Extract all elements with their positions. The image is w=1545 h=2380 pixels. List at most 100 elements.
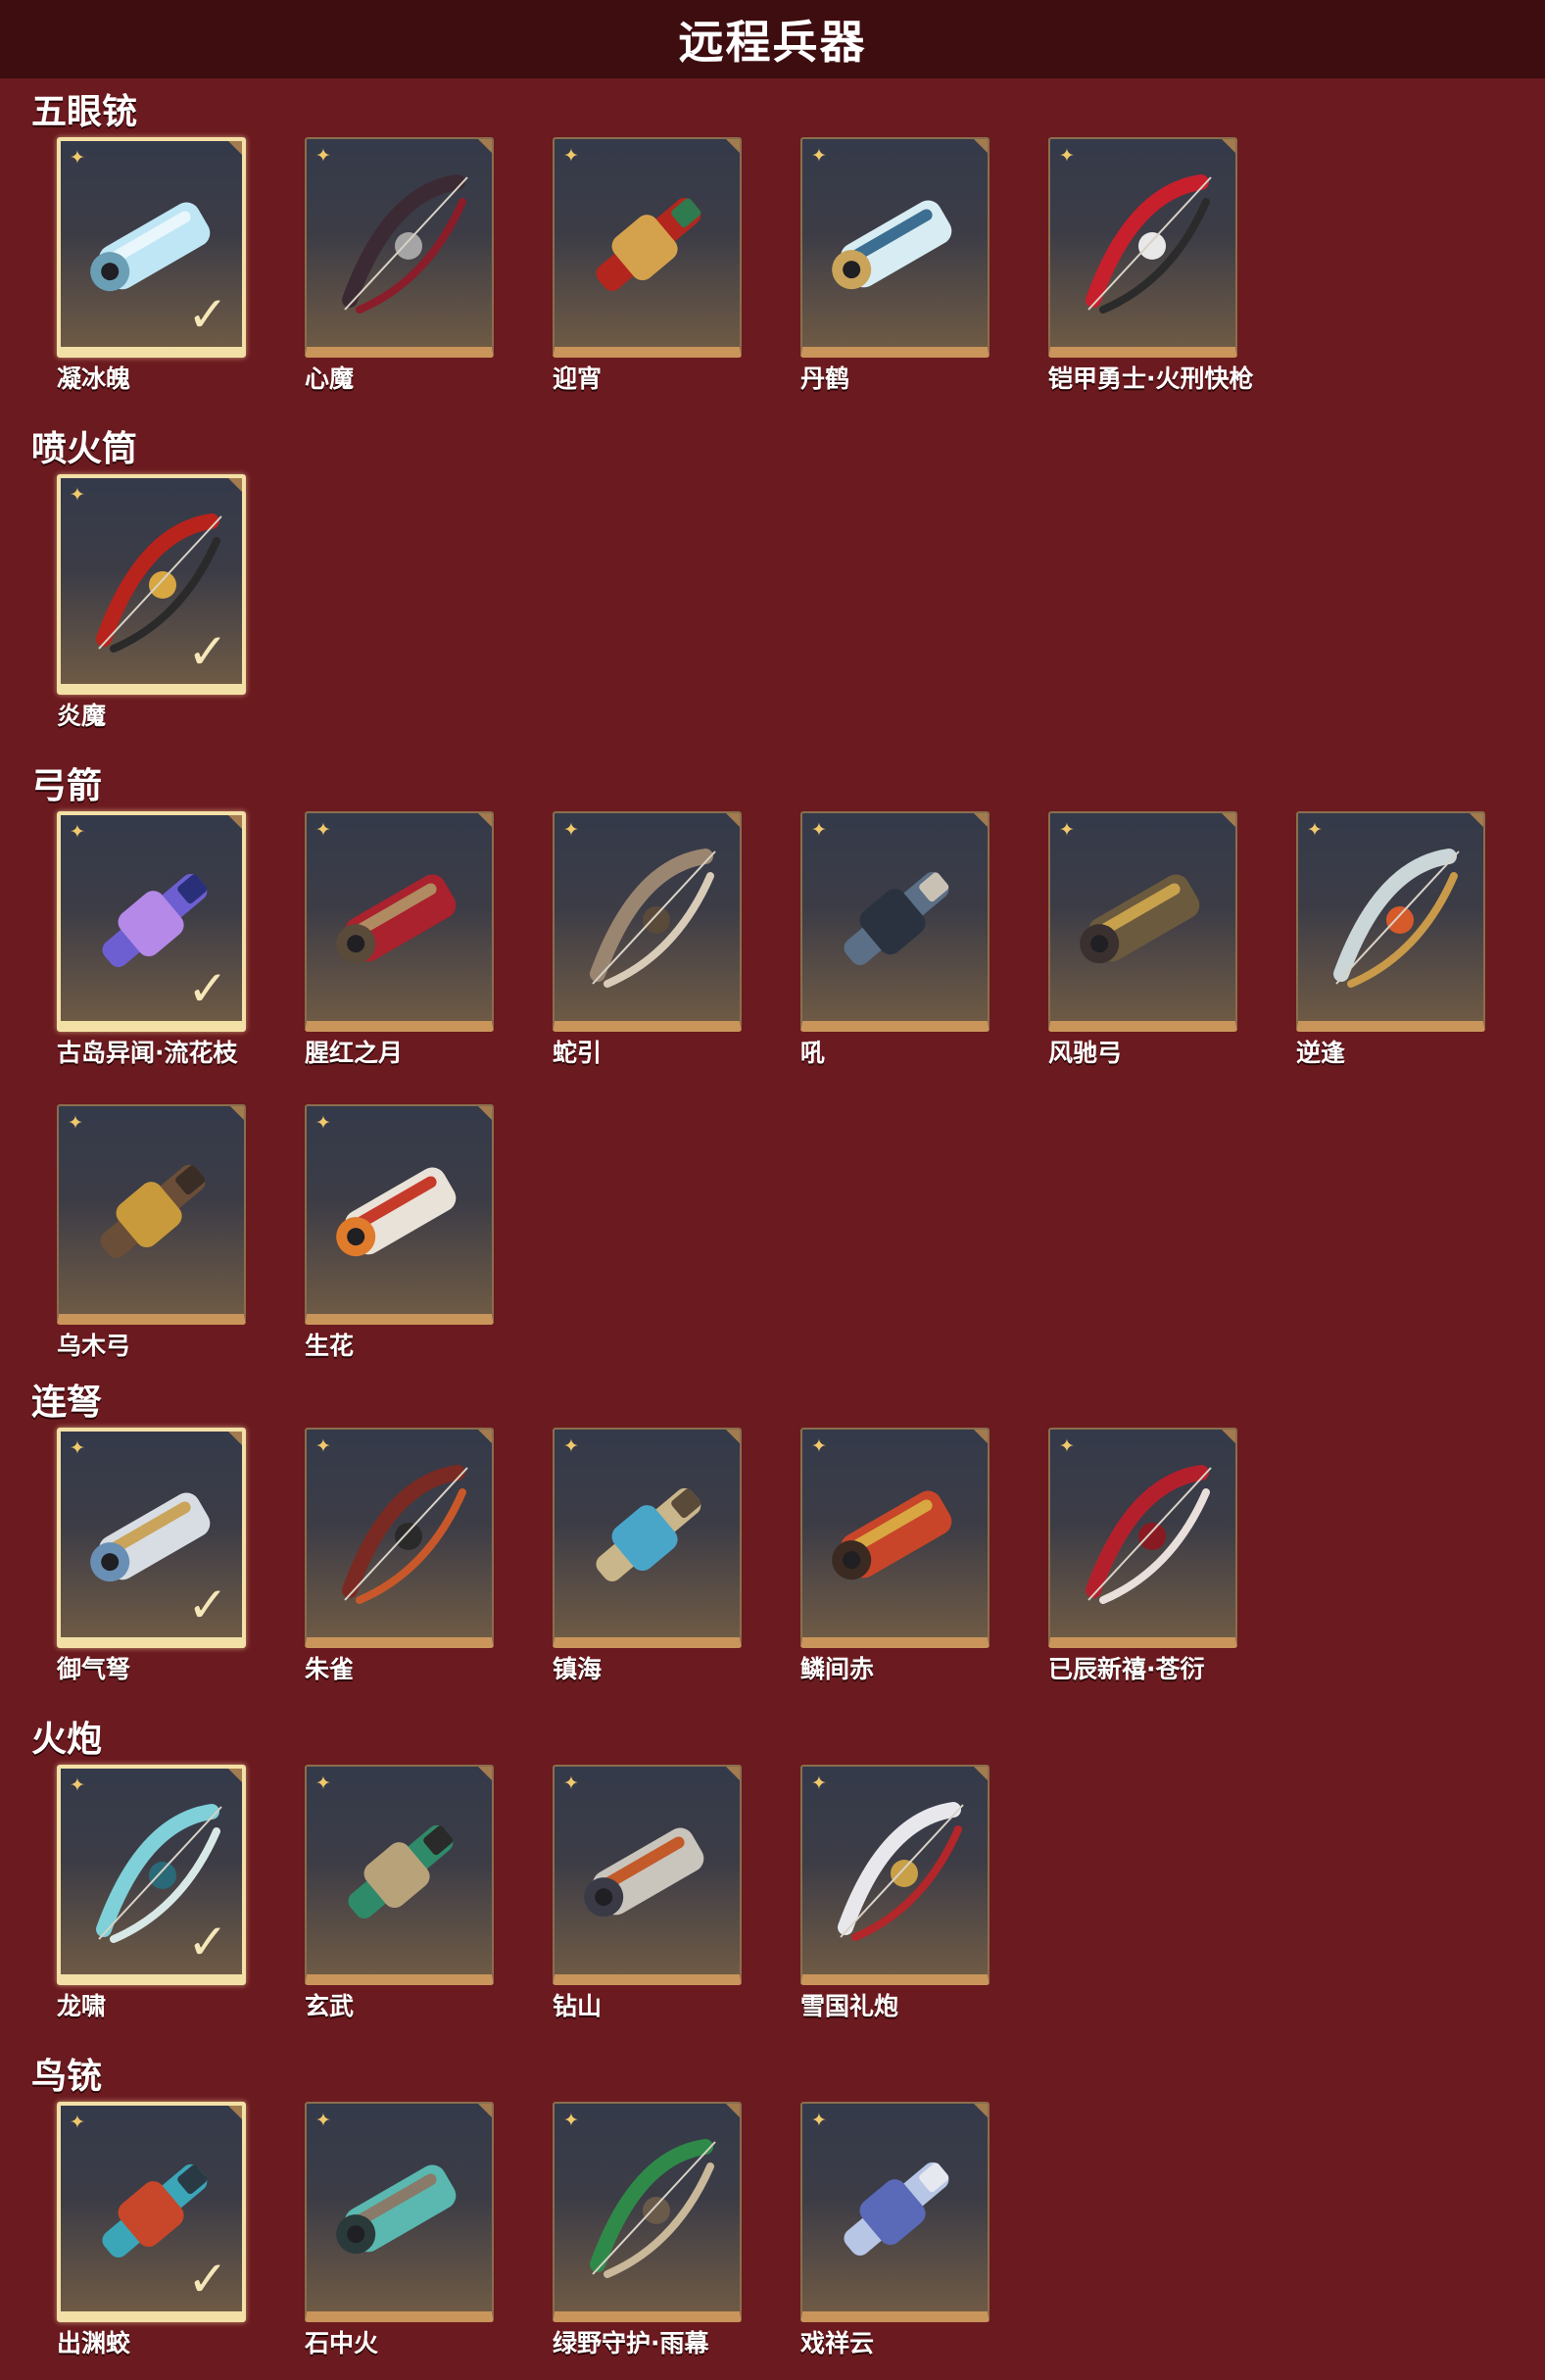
checkmark-icon: ✓ <box>187 960 228 1017</box>
weapon-tile[interactable]: ✦ <box>305 811 494 1032</box>
corner-tab-icon <box>725 813 740 828</box>
weapon-card[interactable]: ✦ ✓ 古岛异闻·流花枝 <box>57 811 246 1067</box>
corner-tab-icon <box>725 1767 740 1781</box>
weapon-card[interactable]: ✦ 钻山 <box>553 1765 742 2020</box>
corner-tab-icon <box>1221 139 1235 154</box>
weapon-tile[interactable]: ✦ ✓ <box>57 137 246 358</box>
corner-tab-icon <box>227 2106 242 2120</box>
weapon-card[interactable]: ✦ ✓ 出渊蛟 <box>57 2102 246 2357</box>
vermilion-bird-crossbow-icon <box>342 1465 468 1604</box>
weapon-card[interactable]: ✦ 石中火 <box>305 2102 494 2357</box>
weapon-card[interactable]: ✦ 蛇引 <box>553 811 742 1067</box>
weapon-tile[interactable]: ✦ <box>1048 1428 1237 1648</box>
weapon-card[interactable]: ✦ 镇海 <box>553 1428 742 1683</box>
weapon-name: 龙啸 <box>57 1992 107 2020</box>
checkmark-icon: ✓ <box>187 2251 228 2307</box>
weapon-card[interactable]: ✦ 戏祥云 <box>800 2102 990 2357</box>
weapon-tile[interactable]: ✦ <box>305 137 494 358</box>
checkmark-icon: ✓ <box>187 1577 228 1633</box>
star-badge-icon: ✦ <box>70 821 85 843</box>
corner-tab-icon <box>227 815 242 830</box>
tortoise-cannon-icon <box>348 1824 454 1919</box>
weapon-name: 戏祥云 <box>800 2329 875 2357</box>
weapon-card[interactable]: ✦ 玄武 <box>305 1765 494 2020</box>
weapon-name: 腥红之月 <box>305 1039 404 1067</box>
weapon-tile[interactable]: ✦ ✓ <box>57 2102 246 2322</box>
weapon-tile[interactable]: ✦ ✓ <box>57 474 246 695</box>
weapon-card[interactable]: ✦ 铠甲勇士·火刑快枪 <box>1048 137 1254 393</box>
star-badge-icon: ✦ <box>70 484 85 506</box>
weapon-card[interactable]: ✦ 腥红之月 <box>305 811 494 1067</box>
corner-tab-icon <box>1221 813 1235 828</box>
corner-tab-icon <box>227 478 242 493</box>
weapon-tile[interactable]: ✦ <box>1296 811 1485 1032</box>
weapon-tile[interactable]: ✦ <box>553 1765 742 1985</box>
corner-tab-icon <box>477 1106 492 1121</box>
weapon-tile[interactable]: ✦ <box>1048 137 1237 358</box>
sea-crossbow-icon <box>596 1487 701 1581</box>
star-badge-icon: ✦ <box>1307 819 1323 841</box>
weapon-tile[interactable]: ✦ <box>553 1428 742 1648</box>
weapon-name: 丹鹤 <box>800 364 850 393</box>
weapon-tile[interactable]: ✦ ✓ <box>57 1765 246 1985</box>
weapon-name: 鳞间赤 <box>800 1655 875 1683</box>
weapon-tile[interactable]: ✦ <box>305 1765 494 1985</box>
weapon-card[interactable]: ✦ ✓ 炎魔 <box>57 474 246 730</box>
weapon-tile[interactable]: ✦ <box>800 137 990 358</box>
corner-tab-icon <box>1469 813 1483 828</box>
weapon-card[interactable]: ✦ 绿野守护·雨幕 <box>553 2102 742 2357</box>
weapon-card[interactable]: ✦ 生花 <box>305 1104 494 1360</box>
weapon-card[interactable]: ✦ 朱雀 <box>305 1428 494 1683</box>
weapon-tile[interactable]: ✦ ✓ <box>57 1428 246 1648</box>
weapon-card[interactable]: ✦ ✓ 凝冰魄 <box>57 137 246 393</box>
star-badge-icon: ✦ <box>315 1773 331 1794</box>
corner-tab-icon <box>227 1769 242 1783</box>
ebony-bow-icon <box>100 1164 206 1258</box>
weapon-tile[interactable]: ✦ <box>305 1428 494 1648</box>
weapon-card[interactable]: ✦ 乌木弓 <box>57 1104 246 1360</box>
weapon-tile[interactable]: ✦ <box>800 2102 990 2322</box>
star-badge-icon: ✦ <box>315 145 331 167</box>
star-badge-icon: ✦ <box>1059 1435 1075 1457</box>
weapon-tile[interactable]: ✦ <box>305 1104 494 1325</box>
weapon-name: 钻山 <box>553 1992 603 2020</box>
star-badge-icon: ✦ <box>1059 145 1075 167</box>
weapon-card[interactable]: ✦ ✓ 龙啸 <box>57 1765 246 2020</box>
weapon-card[interactable]: ✦ 鳞间赤 <box>800 1428 990 1683</box>
weapon-card[interactable]: ✦ 心魔 <box>305 137 494 393</box>
weapon-name: 已辰新禧·苍衍 <box>1048 1655 1205 1683</box>
weapon-name: 御气弩 <box>57 1655 131 1683</box>
weapon-card[interactable]: ✦ 已辰新禧·苍衍 <box>1048 1428 1237 1683</box>
weapon-card[interactable]: ✦ 风驰弓 <box>1048 811 1237 1067</box>
weapon-tile[interactable]: ✦ <box>800 1428 990 1648</box>
weapon-card[interactable]: ✦ 吼 <box>800 811 990 1067</box>
weapon-card[interactable]: ✦ ✓ 御气弩 <box>57 1428 246 1683</box>
corner-tab-icon <box>229 1106 244 1121</box>
weapon-tile[interactable]: ✦ <box>553 811 742 1032</box>
star-badge-icon: ✦ <box>811 1435 827 1457</box>
weapon-card[interactable]: ✦ 逆逢 <box>1296 811 1485 1067</box>
weapon-tile[interactable]: ✦ ✓ <box>57 811 246 1032</box>
green-guardian-musket-icon <box>590 2139 716 2278</box>
weapon-tile[interactable]: ✦ <box>57 1104 246 1325</box>
corner-tab-icon <box>973 813 988 828</box>
red-lion-gun-icon <box>596 197 701 291</box>
weapon-card[interactable]: ✦ 雪国礼炮 <box>800 1765 990 2020</box>
weapon-tile[interactable]: ✦ <box>553 2102 742 2322</box>
weapon-card[interactable]: ✦ 丹鹤 <box>800 137 990 393</box>
star-badge-icon: ✦ <box>811 2110 827 2131</box>
section-title: 弓箭 <box>31 766 103 806</box>
star-badge-icon: ✦ <box>315 1435 331 1457</box>
weapon-tile[interactable]: ✦ <box>553 137 742 358</box>
weapon-tile[interactable]: ✦ <box>1048 811 1237 1032</box>
new-year-crossbow-icon <box>1086 1465 1212 1604</box>
weapon-tile[interactable]: ✦ <box>800 1765 990 1985</box>
weapon-card[interactable]: ✦ 迎宵 <box>553 137 742 393</box>
roar-bow-icon <box>844 871 949 965</box>
weapon-name: 炎魔 <box>57 702 107 730</box>
weapon-tile[interactable]: ✦ <box>800 811 990 1032</box>
weapon-name: 朱雀 <box>305 1655 355 1683</box>
stone-fire-musket-icon <box>336 2164 457 2255</box>
weapon-tile[interactable]: ✦ <box>305 2102 494 2322</box>
star-badge-icon: ✦ <box>563 1773 579 1794</box>
